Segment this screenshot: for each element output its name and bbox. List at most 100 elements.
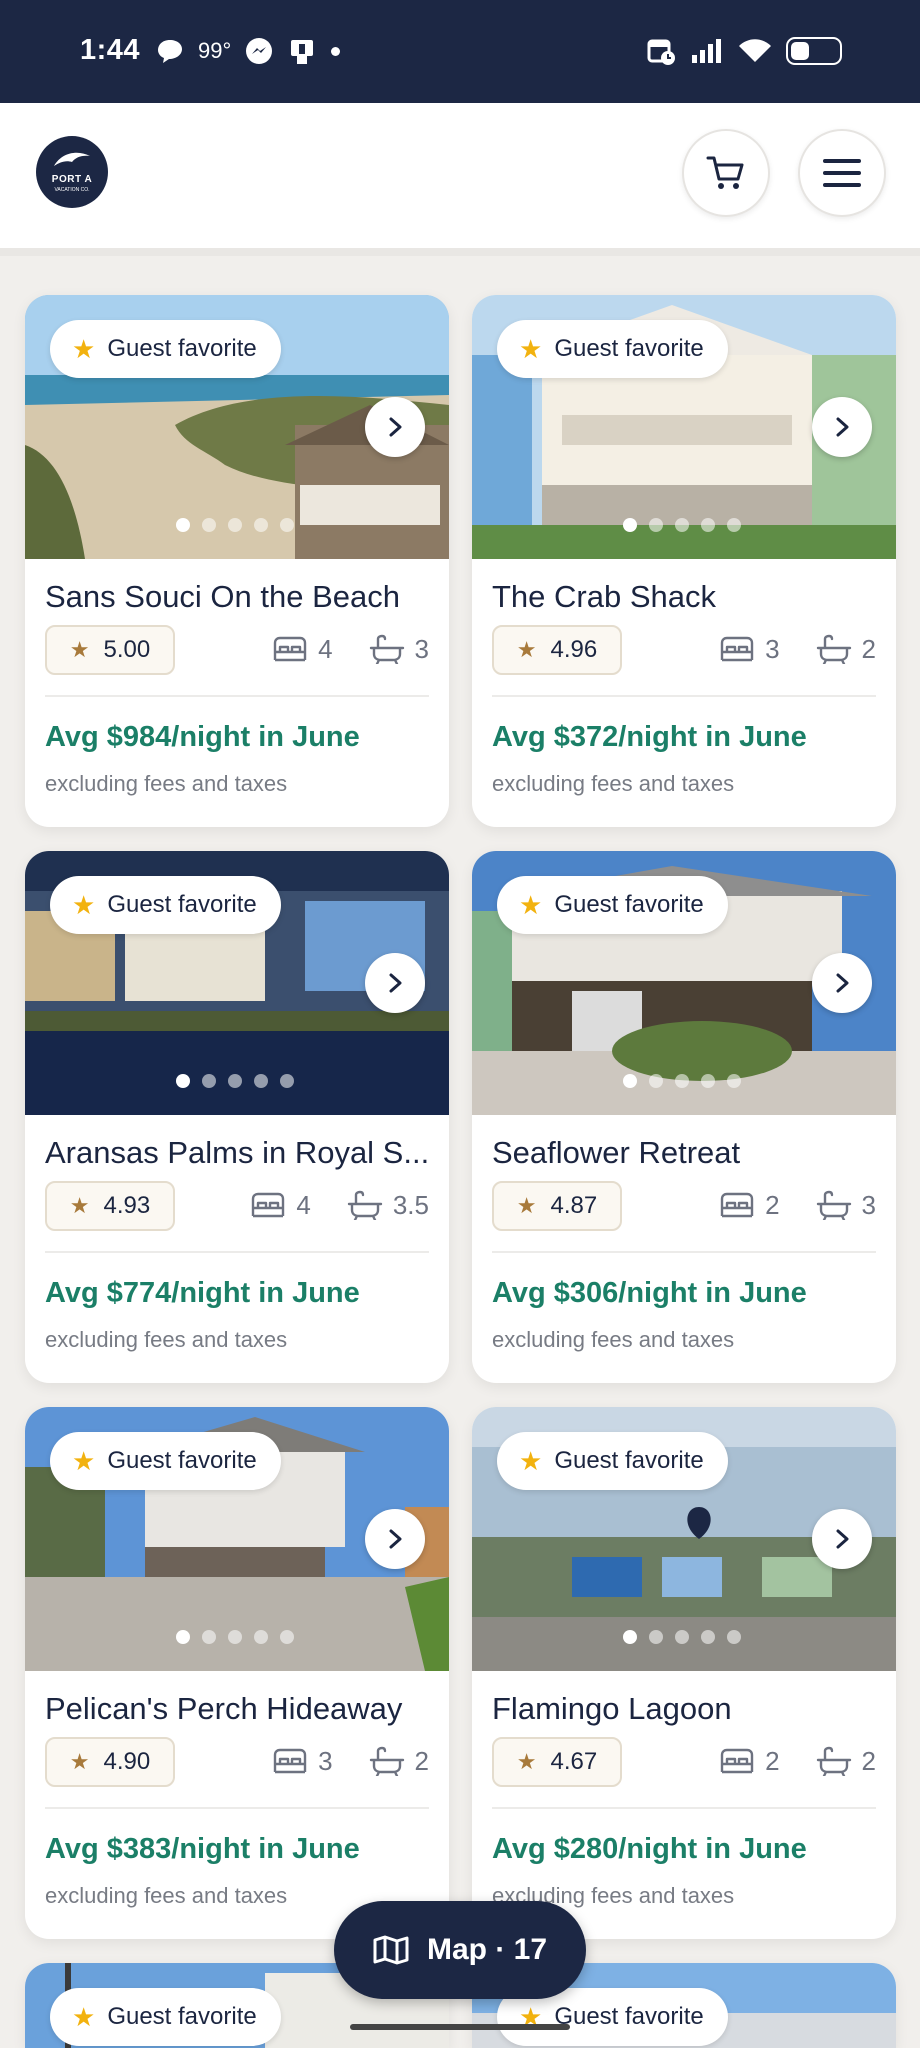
rating-star-icon: ★ xyxy=(69,1749,90,1774)
status-time: 1:44 xyxy=(80,34,141,66)
rating-value: 4.87 xyxy=(550,1192,598,1219)
amenities: 2 3 xyxy=(719,1185,876,1225)
wifi-icon xyxy=(739,39,771,62)
bed-icon xyxy=(719,635,755,663)
bed-icon xyxy=(719,1191,755,1219)
listing-name[interactable]: The Crab Shack xyxy=(492,579,882,615)
status-bar: 1:44 99° xyxy=(0,0,920,103)
messenger-icon xyxy=(246,38,273,64)
guest-favorite-badge: ★ Guest favorite xyxy=(497,876,728,934)
badge-label: Guest favorite xyxy=(107,335,257,362)
rating-badge: ★ 4.93 xyxy=(45,1181,175,1231)
fees-note: excluding fees and taxes xyxy=(45,771,288,796)
rating-badge: ★ 5.00 xyxy=(45,625,175,675)
photo-pagination-dots xyxy=(176,1074,294,1088)
hamburger-menu-icon xyxy=(823,159,861,187)
notification-icons: 99° xyxy=(156,36,341,66)
bathtub-icon xyxy=(369,1746,405,1776)
fees-note: excluding fees and taxes xyxy=(492,771,735,796)
listing-card[interactable]: ★ Guest favorite Pelican's Perch Hideaway… xyxy=(25,1407,449,1939)
next-photo-button[interactable] xyxy=(365,1509,425,1569)
bedroom-count: 2 xyxy=(765,1745,780,1776)
rating-value: 4.93 xyxy=(103,1192,151,1219)
port-a-logo[interactable]: PORT A VACATION CO. xyxy=(36,136,108,208)
badge-label: Guest favorite xyxy=(107,1447,257,1474)
card-divider xyxy=(492,1251,876,1253)
bedroom-count: 3 xyxy=(765,633,780,664)
star-icon: ★ xyxy=(519,334,543,364)
rating-badge: ★ 4.90 xyxy=(45,1737,175,1787)
listing-name[interactable]: Aransas Palms in Royal S... xyxy=(45,1135,435,1171)
logo-text: PORT A xyxy=(51,174,93,185)
card-divider xyxy=(45,1807,429,1809)
rating-value: 5.00 xyxy=(103,636,151,663)
bathroom-count: 2 xyxy=(414,1745,429,1776)
next-photo-button[interactable] xyxy=(812,1509,872,1569)
bathtub-icon xyxy=(369,634,405,664)
guest-favorite-badge: ★ Guest favorite xyxy=(497,320,728,378)
listing-name[interactable]: Pelican's Perch Hideaway xyxy=(45,1691,435,1727)
fees-note: excluding fees and taxes xyxy=(45,1883,288,1908)
bed-icon xyxy=(272,1747,308,1775)
weather-temperature: 99° xyxy=(198,38,232,63)
listing-name[interactable]: Seaflower Retreat xyxy=(492,1135,882,1171)
guest-favorite-badge: ★ Guest favorite xyxy=(50,1432,281,1490)
listing-name[interactable]: Sans Souci On the Beach xyxy=(45,579,435,615)
bedroom-count: 3 xyxy=(318,1745,333,1776)
star-icon: ★ xyxy=(72,1446,96,1476)
signal-icon xyxy=(692,39,721,63)
bathtub-icon xyxy=(816,1190,852,1220)
star-icon: ★ xyxy=(72,890,96,920)
gesture-home-bar[interactable] xyxy=(350,2024,570,2030)
guest-favorite-badge: ★ Guest favorite xyxy=(50,876,281,934)
header-divider xyxy=(0,248,920,256)
fees-note: excluding fees and taxes xyxy=(492,1327,735,1352)
next-photo-button[interactable] xyxy=(812,397,872,457)
site-header: PORT A VACATION CO. xyxy=(0,103,920,248)
badge-label: Guest favorite xyxy=(107,2003,257,2030)
badge-label: Guest favorite xyxy=(554,335,704,362)
rating-value: 4.67 xyxy=(550,1748,598,1775)
bedroom-count: 4 xyxy=(318,633,333,664)
amenities: 4 3.5 xyxy=(250,1185,429,1225)
photo-pagination-dots xyxy=(176,518,294,532)
badge-label: Guest favorite xyxy=(554,2003,704,2030)
store-icon xyxy=(291,40,314,64)
listing-card[interactable]: ★ Guest favorite The Crab Shack ★ 4.96 3 2… xyxy=(472,295,896,827)
rating-badge: ★ 4.87 xyxy=(492,1181,622,1231)
listing-card[interactable]: ★ Guest favorite Seaflower Retreat ★ 4.87 … xyxy=(472,851,896,1383)
next-photo-button[interactable] xyxy=(365,397,425,457)
listing-price: Avg $372/night in June xyxy=(492,721,807,753)
dolphin-icon xyxy=(54,152,90,166)
bedroom-count: 2 xyxy=(765,1189,780,1220)
bed-icon xyxy=(719,1747,755,1775)
next-photo-button[interactable] xyxy=(812,953,872,1013)
listing-card[interactable]: ★ Guest favorite Sans Souci On the Beach … xyxy=(25,295,449,827)
bathroom-count: 3 xyxy=(861,1189,876,1220)
cart-button[interactable] xyxy=(682,129,770,217)
listing-card[interactable]: ★ Guest favorite Flamingo Lagoon ★ 4.67 2 … xyxy=(472,1407,896,1939)
chevron-right-icon xyxy=(832,971,852,995)
card-divider xyxy=(492,695,876,697)
map-icon xyxy=(373,1935,409,1965)
bathtub-icon xyxy=(816,634,852,664)
bathroom-count: 3.5 xyxy=(392,1189,429,1220)
rating-star-icon: ★ xyxy=(516,1749,537,1774)
card-divider xyxy=(492,1807,876,1809)
listing-price: Avg $306/night in June xyxy=(492,1277,807,1309)
badge-label: Guest favorite xyxy=(554,891,704,918)
photo-pagination-dots xyxy=(623,518,741,532)
shopping-cart-icon xyxy=(706,156,744,189)
battery-icon xyxy=(786,37,842,65)
calendar-clock-icon xyxy=(647,39,675,65)
chevron-right-icon xyxy=(385,1527,405,1551)
next-photo-button[interactable] xyxy=(365,953,425,1013)
listing-name[interactable]: Flamingo Lagoon xyxy=(492,1691,882,1727)
rating-star-icon: ★ xyxy=(69,637,90,662)
star-icon: ★ xyxy=(519,890,543,920)
menu-button[interactable] xyxy=(798,129,886,217)
listing-card[interactable]: ★ Guest favorite Aransas Palms in Royal S… xyxy=(25,851,449,1383)
amenities: 3 2 xyxy=(272,1741,429,1781)
rating-badge: ★ 4.67 xyxy=(492,1737,622,1787)
map-button[interactable]: Map · 17 xyxy=(334,1901,586,1999)
